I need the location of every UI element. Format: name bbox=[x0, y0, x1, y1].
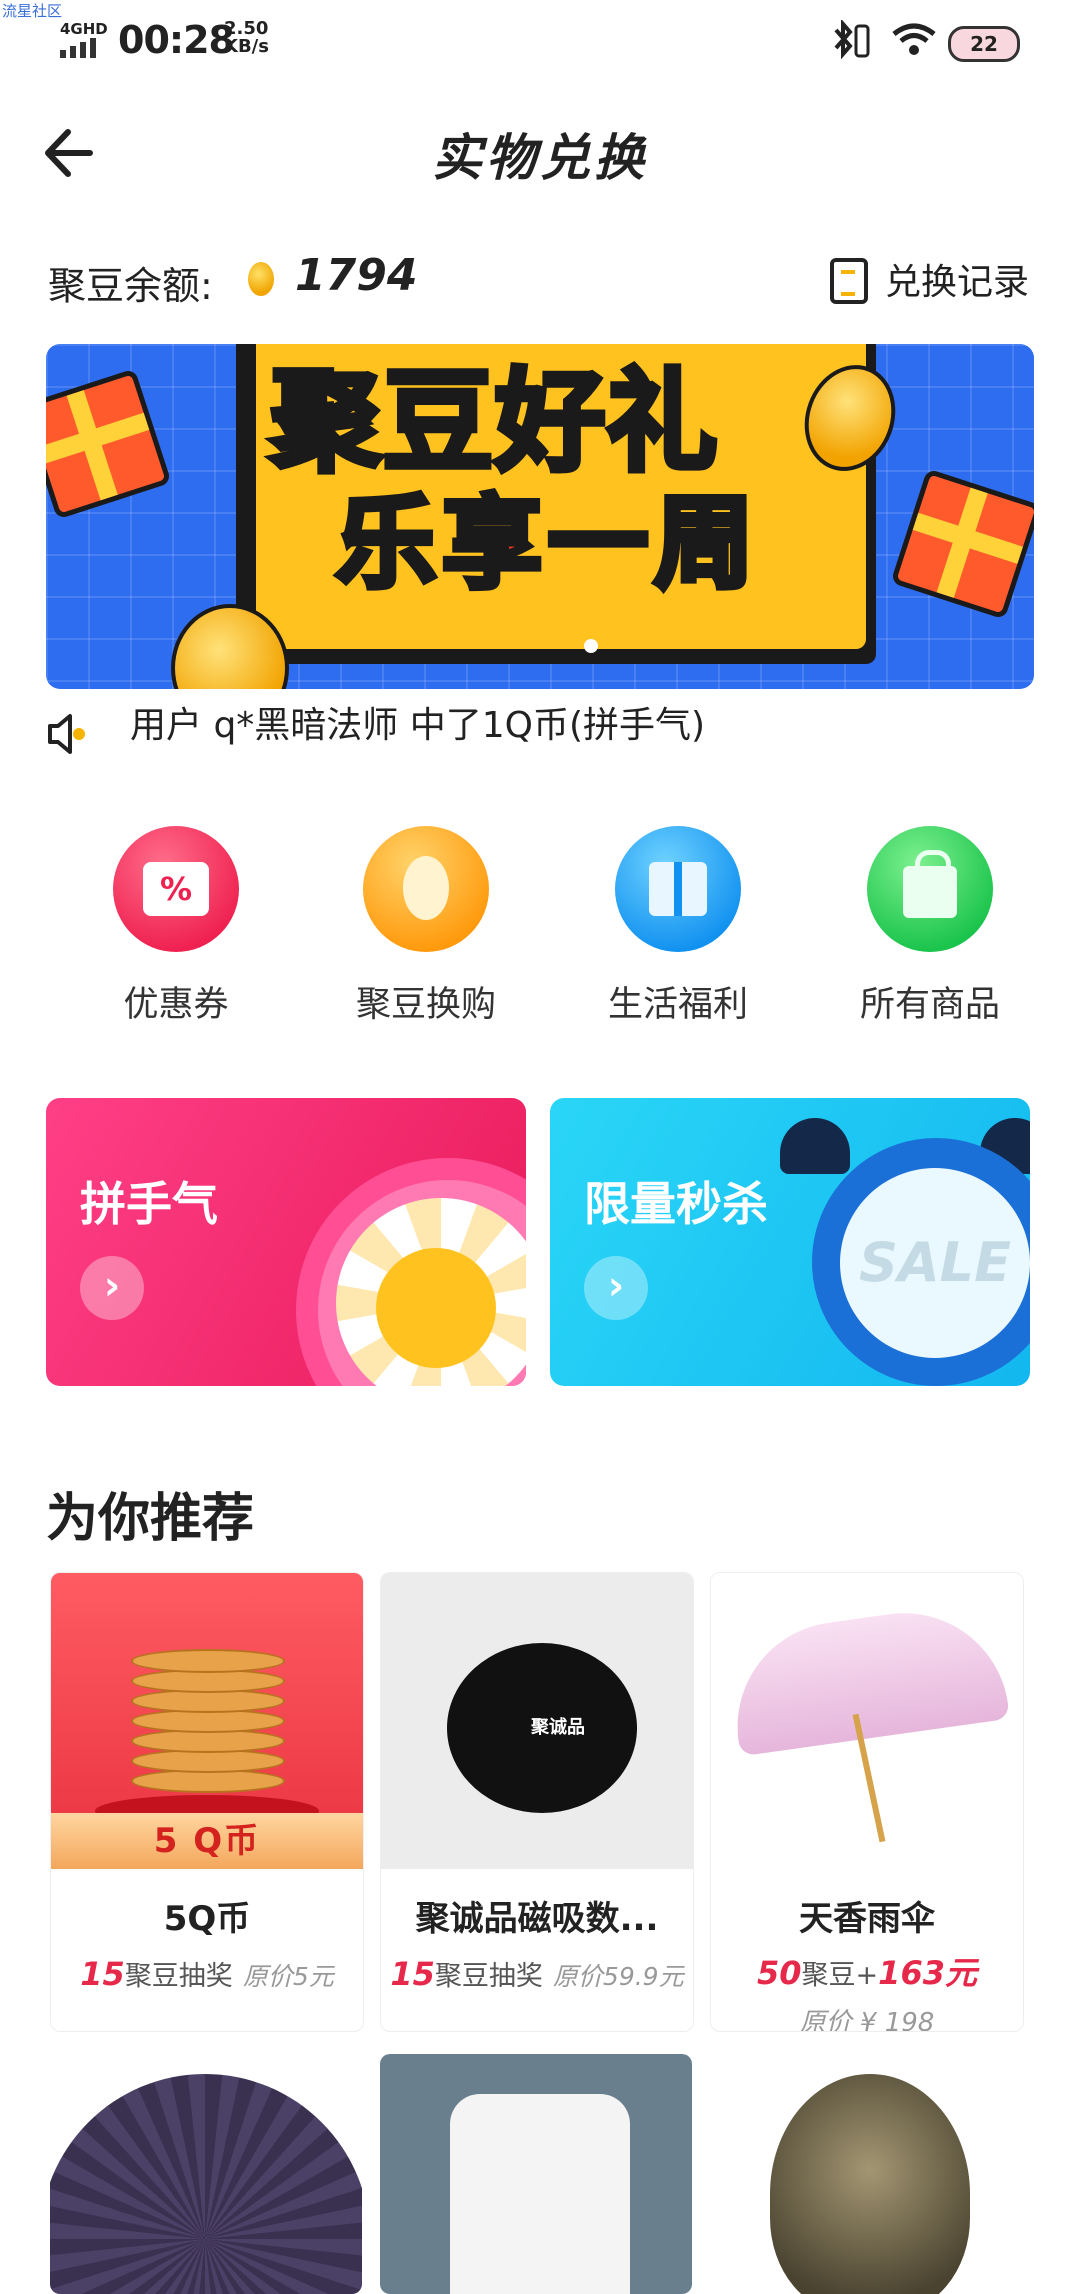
speaker-icon bbox=[48, 714, 85, 754]
speed-unit: KB/s bbox=[224, 36, 269, 57]
chevron-right-icon[interactable]: › bbox=[584, 1256, 648, 1320]
wheel-decoration bbox=[376, 1248, 496, 1368]
category-label: 生活福利 bbox=[607, 985, 748, 1025]
exchange-record-link[interactable]: 兑换记录 bbox=[885, 253, 1029, 305]
original-price: 原价 ¥ 198 bbox=[799, 2008, 935, 2032]
brand-logo-text: 聚诚品 bbox=[531, 1717, 585, 1738]
product-card[interactable] bbox=[50, 2054, 362, 2294]
product-image bbox=[711, 1573, 1023, 1869]
price-text: 聚豆抽奖 bbox=[434, 1961, 543, 1992]
winner-notice: 用户 q*黑暗法师 中了1Q币(拼手气) bbox=[130, 705, 706, 746]
category-all-products[interactable]: 所有商品 bbox=[830, 826, 1030, 1027]
page-title: 实物兑换 bbox=[432, 129, 648, 187]
bean-icon bbox=[363, 826, 489, 952]
product-card[interactable] bbox=[710, 2054, 1022, 2294]
price-number: 15 bbox=[390, 1955, 435, 1993]
original-price: 原价59.9元 bbox=[552, 1962, 684, 1991]
product-image bbox=[770, 2074, 970, 2294]
product-price: 15聚豆抽奖 原价5元 bbox=[51, 1954, 363, 1993]
status-time: 00:28 bbox=[118, 18, 235, 62]
wifi-icon bbox=[892, 23, 936, 55]
status-bar: 4GHD 00:28 2.50 KB/s 22 bbox=[0, 0, 1080, 80]
product-name: 5Q币 bbox=[163, 1899, 251, 1939]
category-label: 聚豆换购 bbox=[355, 985, 496, 1025]
product-image: 5 Q币 bbox=[51, 1573, 363, 1869]
category-bean-exchange[interactable]: 聚豆换购 bbox=[326, 826, 526, 1027]
bag-icon bbox=[867, 826, 993, 952]
category-label: 所有商品 bbox=[859, 985, 1000, 1025]
original-price: 原价5元 bbox=[242, 1962, 334, 1991]
product-price: 15聚豆抽奖 原价59.9元 bbox=[381, 1954, 693, 1993]
category-life-benefits[interactable]: 生活福利 bbox=[578, 826, 778, 1027]
promo-title: 限量秒杀 bbox=[584, 1177, 768, 1231]
product-image: 聚诚品 bbox=[381, 1573, 693, 1869]
balance-value: 1794 bbox=[295, 250, 418, 301]
price-number: 163元 bbox=[878, 1954, 977, 1992]
product-card[interactable]: 聚诚品 聚诚品磁吸数... 15聚豆抽奖 原价59.9元 bbox=[380, 1572, 694, 2032]
section-title: 为你推荐 bbox=[46, 1489, 255, 1549]
signal-icon bbox=[60, 36, 106, 58]
category-label: 优惠券 bbox=[123, 985, 229, 1025]
product-name: 聚诚品磁吸数... bbox=[415, 1899, 659, 1939]
chevron-right-icon[interactable]: › bbox=[80, 1256, 144, 1320]
balance-label: 聚豆余额: bbox=[48, 264, 213, 308]
record-icon[interactable] bbox=[830, 258, 868, 304]
category-coupon[interactable]: % 优惠券 bbox=[76, 826, 276, 1027]
clock-face: SALE bbox=[840, 1168, 1030, 1358]
clock-bell bbox=[780, 1118, 850, 1174]
banner-line2: 乐享一周 bbox=[333, 482, 760, 605]
gift-icon bbox=[615, 826, 741, 952]
price-number: 50 bbox=[757, 1954, 802, 1992]
bluetooth-icon bbox=[834, 20, 870, 60]
carousel-dot bbox=[584, 639, 598, 653]
product-price: 50聚豆+163元 bbox=[711, 1948, 1023, 1994]
product-image bbox=[450, 2094, 630, 2294]
product-card[interactable] bbox=[380, 2054, 692, 2294]
coupon-icon: % bbox=[113, 826, 239, 952]
product-name: 天香雨伞 bbox=[799, 1899, 935, 1939]
price-number: 15 bbox=[80, 1955, 125, 1993]
battery-icon: 22 bbox=[948, 26, 1020, 62]
product-card[interactable]: 5 Q币 5Q币 15聚豆抽奖 原价5元 bbox=[50, 1572, 364, 2032]
promo-title: 拼手气 bbox=[80, 1177, 218, 1231]
price-text: 聚豆+ bbox=[801, 1960, 879, 1991]
promo-banner[interactable]: 聚豆好礼 乐享一周 bbox=[46, 344, 1034, 689]
product-card[interactable]: 天香雨伞 50聚豆+163元 原价 ¥ 198 bbox=[710, 1572, 1024, 2032]
bean-icon bbox=[248, 262, 274, 296]
network-speed: 2.50 KB/s bbox=[224, 20, 269, 56]
product-image bbox=[50, 2074, 362, 2294]
banner-line1: 聚豆好礼 bbox=[268, 358, 720, 486]
promo-flash-sale[interactable]: SALE 限量秒杀 › bbox=[550, 1098, 1030, 1386]
promo-lucky-draw[interactable]: 拼手气 › bbox=[46, 1098, 526, 1386]
price-text: 聚豆抽奖 bbox=[124, 1961, 233, 1992]
product-badge: 5 Q币 bbox=[51, 1813, 363, 1869]
